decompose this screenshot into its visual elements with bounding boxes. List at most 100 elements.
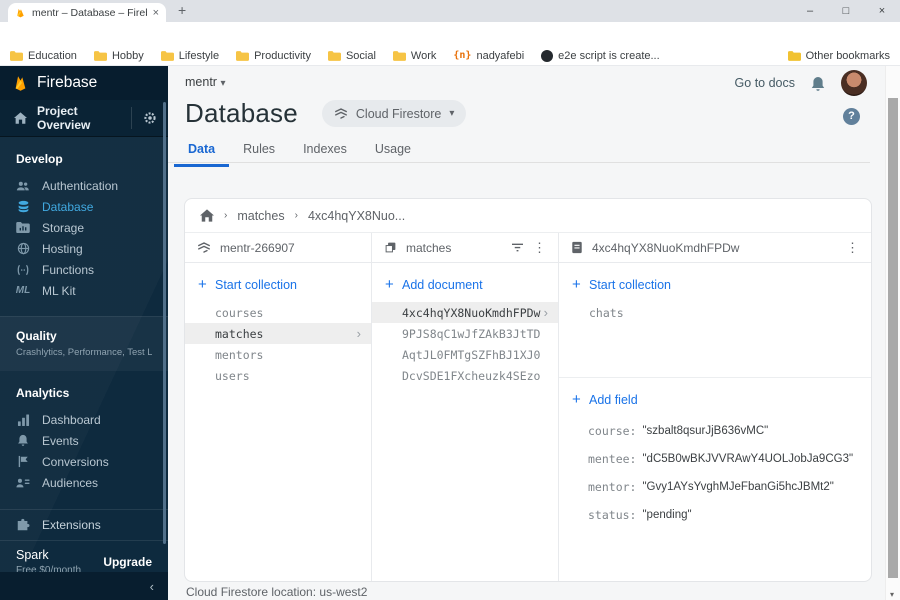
start-subcollection-button[interactable]: + Start collection — [559, 263, 871, 302]
filter-icon[interactable] — [511, 242, 524, 253]
sidebar-item-project-overview[interactable]: Project Overview — [0, 100, 168, 137]
sidebar-item-ml-kit[interactable]: ML ML Kit — [0, 280, 168, 301]
firebase-logo[interactable]: Firebase — [0, 66, 168, 100]
notifications-bell-icon[interactable] — [810, 75, 826, 92]
ml-kit-icon: ML — [15, 285, 31, 296]
scrollbar-thumb[interactable] — [888, 98, 898, 578]
sidebar-item-events[interactable]: Events — [0, 430, 168, 451]
plus-icon: + — [572, 276, 581, 293]
tab-title: mentr – Database – Firebase con — [32, 6, 147, 19]
sidebar-section-quality[interactable]: Quality Crashlytics, Performance, Test L… — [0, 316, 168, 371]
document-row-selected[interactable]: 4xc4hqYX8NuoKmdhFPDw › — [372, 302, 558, 323]
bookmark-folder-work[interactable]: Work — [392, 50, 436, 62]
subcollection-row-chats[interactable]: chats — [559, 302, 871, 323]
sidebar-item-audiences[interactable]: Audiences — [0, 472, 168, 493]
document-menu-icon[interactable]: ⋮ — [846, 240, 859, 256]
bookmark-folder-productivity[interactable]: Productivity — [236, 50, 311, 62]
page-title: Database — [185, 98, 298, 128]
help-button[interactable]: ? — [843, 108, 860, 125]
breadcrumb-home-icon[interactable] — [200, 209, 214, 222]
breadcrumb-separator: › — [294, 210, 298, 221]
breadcrumb-matches[interactable]: matches — [237, 209, 284, 223]
tab-close-icon[interactable]: × — [153, 7, 159, 19]
chevron-right-icon: › — [356, 326, 361, 341]
bell-icon — [16, 434, 30, 447]
caret-down-icon: ▾ — [220, 78, 226, 89]
bookmark-folder-education[interactable]: Education — [10, 50, 77, 62]
sidebar-item-functions[interactable]: Functions — [0, 259, 168, 280]
collection-menu-icon[interactable]: ⋮ — [533, 240, 546, 256]
firestore-icon — [197, 241, 211, 255]
firestore-document-column: 4xc4hqYX8NuoKmdhFPDw ⋮ + Start collectio… — [559, 233, 871, 581]
plus-icon: + — [198, 276, 207, 293]
sidebar-collapse-row: ‹ — [0, 572, 168, 600]
start-collection-button[interactable]: + Start collection — [185, 263, 371, 302]
field-row-status[interactable]: status: "pending" — [559, 501, 871, 529]
plan-name: Spark — [16, 548, 49, 562]
field-row-mentor[interactable]: mentor: "Gvy1AYsYvghMJeFbanGi5hcJBMt2" — [559, 473, 871, 501]
plus-icon: + — [385, 276, 394, 293]
firebase-flame-icon — [15, 75, 26, 91]
project-switcher[interactable]: mentr ▾ — [185, 75, 225, 89]
firestore-root-column: mentr-266907 + Start collection courses … — [185, 233, 372, 581]
document-row[interactable]: DcvSDE1FXcheuzk4SEzo — [372, 365, 558, 386]
minimize-button[interactable]: – — [792, 0, 828, 22]
caret-down-icon: ▾ — [449, 108, 455, 119]
bookmark-folder-hobby[interactable]: Hobby — [93, 50, 144, 62]
root-title: mentr-266907 — [220, 240, 295, 255]
upgrade-button[interactable]: Upgrade — [103, 555, 152, 569]
home-icon — [14, 112, 27, 124]
folder-icon — [392, 50, 406, 61]
bookmarks-bar: Education Hobby Lifestyle Productivity S… — [0, 46, 900, 66]
bookmark-folder-lifestyle[interactable]: Lifestyle — [160, 50, 219, 62]
sidebar-item-hosting[interactable]: Hosting — [0, 238, 168, 259]
sidebar-item-authentication[interactable]: Authentication — [0, 175, 168, 196]
breadcrumb-document[interactable]: 4xc4hqYX8Nuo... — [308, 209, 405, 223]
add-field-button[interactable]: + Add field — [559, 378, 871, 417]
firestore-collection-column: matches ⋮ + Add document 4xc4hqYX8NuoKmd… — [372, 233, 559, 581]
puzzle-icon — [16, 518, 30, 532]
browser-tab[interactable]: mentr – Database – Firebase con × — [8, 3, 166, 22]
flag-icon — [16, 455, 30, 468]
maximize-button[interactable]: □ — [828, 0, 864, 22]
collection-row-users[interactable]: users — [185, 365, 371, 386]
collection-row-matches[interactable]: matches › — [185, 323, 371, 344]
field-row-course[interactable]: course: "szbalt8qsurJjB636vMC" — [559, 417, 871, 445]
bookmark-folder-social[interactable]: Social — [327, 50, 376, 62]
page-header: Database Cloud Firestore ▾ — [185, 98, 467, 129]
section-label-develop: Develop — [16, 152, 63, 166]
breadcrumb-separator: › — [224, 210, 228, 221]
sidebar-scrollbar[interactable] — [163, 102, 166, 544]
collection-row-courses[interactable]: courses — [185, 302, 371, 323]
collapse-chevron-icon[interactable]: ‹ — [150, 579, 154, 594]
sidebar-item-conversions[interactable]: Conversions — [0, 451, 168, 472]
bookmark-e2e-script[interactable]: e2e script is create... — [541, 49, 660, 62]
new-tab-button[interactable]: + — [178, 2, 186, 18]
scrollbar-down-arrow-icon[interactable]: ▾ — [890, 590, 894, 599]
close-button[interactable]: × — [864, 0, 900, 22]
document-row[interactable]: 9PJS8qC1wJfZAkB3JtTD — [372, 323, 558, 344]
bookmark-nadyafebi[interactable]: {n} nadyafebi — [453, 50, 524, 62]
document-row[interactable]: AqtJL0FMTgSZFhBJ1XJ0 — [372, 344, 558, 365]
service-selector-pill[interactable]: Cloud Firestore ▾ — [321, 100, 467, 127]
go-to-docs-link[interactable]: Go to docs — [735, 76, 795, 90]
sidebar-item-storage[interactable]: Storage — [0, 217, 168, 238]
collection-icon — [384, 241, 397, 254]
document-icon — [571, 241, 583, 254]
sidebar-item-database[interactable]: Database — [0, 196, 168, 217]
browser-tab-strip: mentr – Database – Firebase con × + – □ … — [0, 0, 900, 22]
folder-icon — [236, 50, 250, 61]
folder-icon — [327, 50, 341, 61]
other-bookmarks[interactable]: Other bookmarks — [787, 50, 890, 62]
collection-row-mentors[interactable]: mentors — [185, 344, 371, 365]
user-avatar[interactable] — [841, 70, 867, 96]
sidebar-item-dashboard[interactable]: Dashboard — [0, 409, 168, 430]
page-scrollbar[interactable]: ▾ — [885, 66, 900, 600]
field-row-mentee[interactable]: mentee: "dC5B0wBKJVVRAwY4UOLJobJa9CG3" — [559, 445, 871, 473]
chevron-right-icon: › — [543, 305, 548, 320]
add-document-button[interactable]: + Add document — [372, 263, 558, 302]
sidebar-item-extensions[interactable]: Extensions — [0, 509, 168, 540]
firebase-sidebar: Firebase Project Overview Develop Authen… — [0, 66, 168, 600]
topbar-right-cluster: Go to docs — [735, 70, 867, 96]
firestore-icon — [334, 107, 347, 119]
